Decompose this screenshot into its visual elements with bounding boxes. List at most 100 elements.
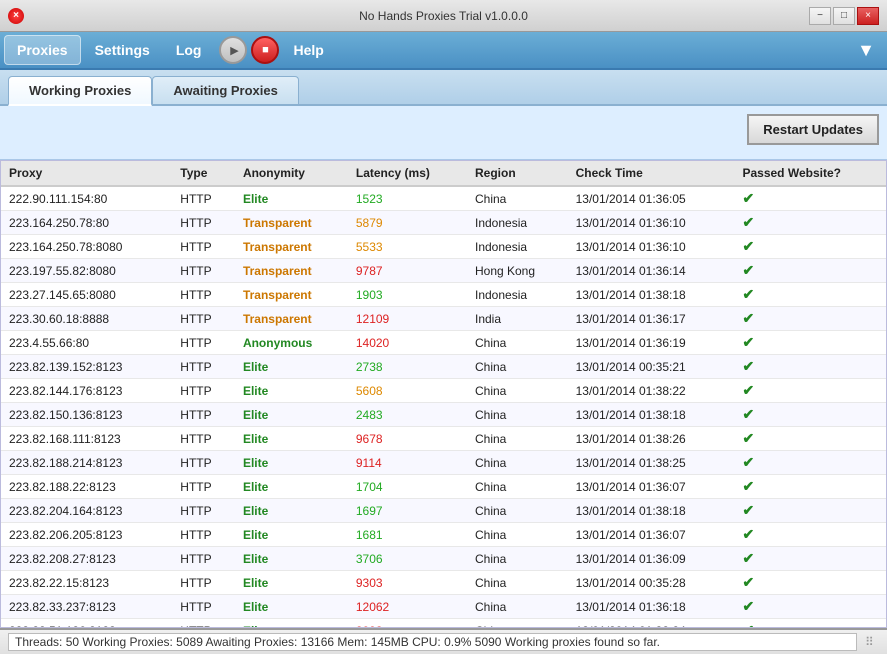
cell-proxy: 223.164.250.78:80: [1, 211, 172, 235]
menu-help[interactable]: Help: [281, 36, 335, 64]
table-row[interactable]: 223.27.145.65:8080HTTPTransparent1903Ind…: [1, 283, 886, 307]
cell-anonymity: Transparent: [235, 283, 348, 307]
cell-anonymity: Elite: [235, 523, 348, 547]
status-bar: Threads: 50 Working Proxies: 5089 Awaiti…: [0, 628, 887, 654]
cell-anonymity: Transparent: [235, 259, 348, 283]
table-row[interactable]: 223.164.250.78:8080HTTPTransparent5533In…: [1, 235, 886, 259]
cell-region: China: [467, 571, 568, 595]
restart-updates-button[interactable]: Restart Updates: [747, 114, 879, 145]
table-row[interactable]: 222.90.111.154:80HTTPElite1523China13/01…: [1, 186, 886, 211]
table-row[interactable]: 223.4.55.66:80HTTPAnonymous14020China13/…: [1, 331, 886, 355]
cell-passed: ✔: [734, 499, 886, 523]
col-header-anonymity: Anonymity: [235, 161, 348, 186]
cell-proxy: 223.4.55.66:80: [1, 331, 172, 355]
proxy-table-container[interactable]: Proxy Type Anonymity Latency (ms) Region…: [0, 160, 887, 628]
table-row[interactable]: 223.82.22.15:8123HTTPElite9303China13/01…: [1, 571, 886, 595]
cell-latency: 12109: [348, 307, 467, 331]
table-row[interactable]: 223.164.250.78:80HTTPTransparent5879Indo…: [1, 211, 886, 235]
tab-working-proxies[interactable]: Working Proxies: [8, 76, 152, 106]
cell-passed: ✔: [734, 283, 886, 307]
cell-check-time: 13/01/2014 01:36:17: [568, 307, 735, 331]
stop-button[interactable]: [251, 36, 279, 64]
table-row[interactable]: 223.82.168.111:8123HTTPElite9678China13/…: [1, 427, 886, 451]
close-button[interactable]: ×: [857, 7, 879, 25]
window-controls: − □ ×: [809, 7, 879, 25]
cell-type: HTTP: [172, 475, 235, 499]
cell-region: China: [467, 427, 568, 451]
menu-chevron[interactable]: ▼: [849, 36, 883, 65]
tabs-container: Working Proxies Awaiting Proxies: [0, 70, 887, 106]
cell-latency: 1704: [348, 475, 467, 499]
status-label: Threads: 50 Working Proxies: 5089 Awaiti…: [15, 635, 660, 649]
cell-passed: ✔: [734, 403, 886, 427]
cell-region: Indonesia: [467, 283, 568, 307]
cell-anonymity: Elite: [235, 619, 348, 629]
play-button[interactable]: [219, 36, 247, 64]
cell-region: Hong Kong: [467, 259, 568, 283]
cell-type: HTTP: [172, 523, 235, 547]
table-row[interactable]: 223.82.51.186:8123HTTPElite8093China13/0…: [1, 619, 886, 629]
cell-check-time: 13/01/2014 01:36:07: [568, 475, 735, 499]
maximize-button[interactable]: □: [833, 7, 855, 25]
cell-check-time: 13/01/2014 01:36:14: [568, 259, 735, 283]
table-row[interactable]: 223.82.33.237:8123HTTPElite12062China13/…: [1, 595, 886, 619]
cell-latency: 5608: [348, 379, 467, 403]
cell-region: China: [467, 331, 568, 355]
cell-region: China: [467, 355, 568, 379]
cell-type: HTTP: [172, 571, 235, 595]
cell-latency: 1523: [348, 186, 467, 211]
table-row[interactable]: 223.82.188.214:8123HTTPElite9114China13/…: [1, 451, 886, 475]
table-row[interactable]: 223.82.208.27:8123HTTPElite3706China13/0…: [1, 547, 886, 571]
cell-proxy: 223.82.22.15:8123: [1, 571, 172, 595]
col-header-type: Type: [172, 161, 235, 186]
cell-type: HTTP: [172, 379, 235, 403]
cell-type: HTTP: [172, 307, 235, 331]
cell-check-time: 13/01/2014 00:35:21: [568, 355, 735, 379]
menu-log[interactable]: Log: [164, 36, 214, 64]
app-icon: ×: [8, 8, 24, 24]
cell-type: HTTP: [172, 186, 235, 211]
resize-handle[interactable]: ⠿: [865, 635, 879, 649]
tab-awaiting-proxies[interactable]: Awaiting Proxies: [152, 76, 299, 104]
table-row[interactable]: 223.82.188.22:8123HTTPElite1704China13/0…: [1, 475, 886, 499]
cell-type: HTTP: [172, 235, 235, 259]
cell-region: China: [467, 475, 568, 499]
cell-proxy: 223.30.60.18:8888: [1, 307, 172, 331]
cell-anonymity: Elite: [235, 475, 348, 499]
table-row[interactable]: 223.82.206.205:8123HTTPElite1681China13/…: [1, 523, 886, 547]
cell-anonymity: Elite: [235, 379, 348, 403]
table-row[interactable]: 223.82.139.152:8123HTTPElite2738China13/…: [1, 355, 886, 379]
cell-latency: 9678: [348, 427, 467, 451]
table-row[interactable]: 223.82.204.164:8123HTTPElite1697China13/…: [1, 499, 886, 523]
cell-region: China: [467, 523, 568, 547]
cell-type: HTTP: [172, 451, 235, 475]
main-content: Restart Updates: [0, 106, 887, 160]
table-row[interactable]: 223.82.144.176:8123HTTPElite5608China13/…: [1, 379, 886, 403]
cell-region: China: [467, 619, 568, 629]
minimize-button[interactable]: −: [809, 7, 831, 25]
table-row[interactable]: 223.197.55.82:8080HTTPTransparent9787Hon…: [1, 259, 886, 283]
cell-anonymity: Elite: [235, 499, 348, 523]
cell-passed: ✔: [734, 259, 886, 283]
cell-anonymity: Elite: [235, 427, 348, 451]
title-bar: × No Hands Proxies Trial v1.0.0.0 − □ ×: [0, 0, 887, 32]
cell-latency: 12062: [348, 595, 467, 619]
cell-region: China: [467, 499, 568, 523]
cell-region: China: [467, 403, 568, 427]
cell-proxy: 222.90.111.154:80: [1, 186, 172, 211]
menu-proxies[interactable]: Proxies: [4, 35, 81, 65]
cell-check-time: 13/01/2014 01:38:18: [568, 403, 735, 427]
cell-latency: 9303: [348, 571, 467, 595]
cell-passed: ✔: [734, 571, 886, 595]
table-wrapper: Proxy Type Anonymity Latency (ms) Region…: [0, 160, 887, 628]
cell-latency: 9787: [348, 259, 467, 283]
cell-region: China: [467, 186, 568, 211]
cell-anonymity: Elite: [235, 403, 348, 427]
cell-type: HTTP: [172, 211, 235, 235]
cell-check-time: 13/01/2014 01:36:07: [568, 523, 735, 547]
table-row[interactable]: 223.30.60.18:8888HTTPTransparent12109Ind…: [1, 307, 886, 331]
cell-passed: ✔: [734, 475, 886, 499]
menu-settings[interactable]: Settings: [83, 36, 162, 64]
cell-type: HTTP: [172, 619, 235, 629]
table-row[interactable]: 223.82.150.136:8123HTTPElite2483China13/…: [1, 403, 886, 427]
